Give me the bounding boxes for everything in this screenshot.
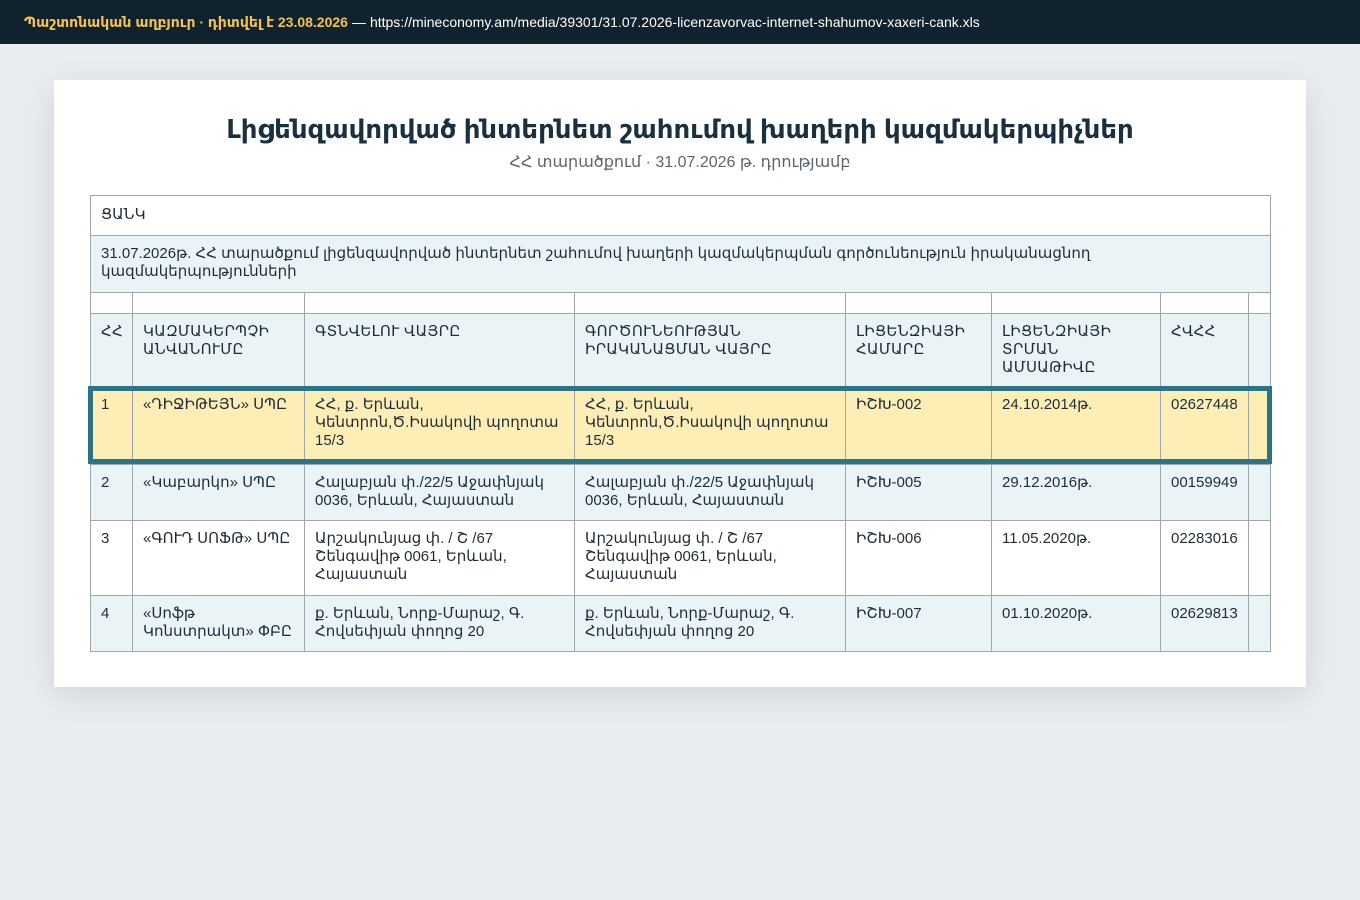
spacer-row (90, 292, 1272, 314)
table-caption: ՑԱՆԿ (89, 195, 1272, 236)
cell-extra (1247, 595, 1272, 652)
table-description-row: 31.07.2026թ. ՀՀ տարածքում լիցենզավորված … (89, 235, 1272, 293)
cell-activity-place: Արշակունյաց փ. / Շ /67 Շենգավիթ 0061, Եր… (574, 520, 846, 596)
document-sheet: Լիցենզավորված ինտերնետ շահումով խաղերի կ… (54, 80, 1306, 687)
cell-address: Հալաբյան փ./22/5 Աջափնյակ 0036, Երևան, Հ… (304, 464, 575, 521)
spacer-cell (1247, 292, 1272, 314)
col-header-name: Կազմակերպչի անվանումը (132, 313, 305, 387)
cell-address: Արշակունյաց փ. / Շ /67 Շենգավիթ 0061, Եր… (304, 520, 575, 596)
table-row-highlighted[interactable]: 1 «ԴԻՋԻԹԵՅՆ» ՍՊԸ ՀՀ, ք. Երևան, Կենտրոն,Ծ… (90, 386, 1272, 465)
cell-number: 3 (90, 520, 133, 596)
spacer-cell (1160, 292, 1249, 314)
page-title: Լիցենզավորված ինտերնետ շահումով խաղերի կ… (226, 114, 1134, 144)
table-row[interactable]: 2 «Կաբարկո» ՍՊԸ Հալաբյան փ./22/5 Աջափնյա… (90, 464, 1272, 521)
col-header-license-number: Լիցենզիայի համարը (845, 313, 992, 387)
cell-license-date: 24.10.2014թ. (991, 386, 1161, 465)
licensees-table: ՑԱՆԿ 31.07.2026թ. ՀՀ տարածքում լիցենզավո… (89, 195, 1272, 652)
cell-name: «Սոֆթ Կոնստրակտ» ՓԲԸ (132, 595, 305, 652)
spacer-cell (845, 292, 992, 314)
cell-license-number: ԻՇԽ-002 (845, 386, 992, 465)
cell-address: ՀՀ, ք. Երևան, Կենտրոն,Ծ.Իսակովի պողոտա 1… (304, 386, 575, 465)
cell-extra (1247, 386, 1272, 465)
col-header-license-date: Լիցենզիայի տրման ամսաթիվը (991, 313, 1161, 387)
cell-name: «ԳՈՒԴ ՍՈՖԹ» ՍՊԸ (132, 520, 305, 596)
table-description: 31.07.2026թ. ՀՀ տարածքում լիցենզավորված … (89, 235, 1272, 293)
col-header-extra (1247, 313, 1272, 387)
cell-address: ք. Երևան, Նորք-Մարաշ, Գ. Հովսեփյան փողոց… (304, 595, 575, 652)
table-caption-row: ՑԱՆԿ (89, 195, 1272, 236)
cell-tin: 02283016 (1160, 520, 1249, 596)
source-bar: Պաշտոնական աղբյուր · դիտվել է 23.08.2026… (0, 0, 1360, 44)
cell-tin: 02627448 (1160, 386, 1249, 465)
spacer-cell (991, 292, 1161, 314)
cell-number: 2 (90, 464, 133, 521)
cell-tin: 00159949 (1160, 464, 1249, 521)
cell-license-date: 01.10.2020թ. (991, 595, 1161, 652)
col-header-number: ՀՀ (90, 313, 133, 387)
cell-activity-place: ք. Երևան, Նորք-Մարաշ, Գ. Հովսեփյան փողոց… (574, 595, 846, 652)
cell-extra (1247, 464, 1272, 521)
table-row[interactable]: 3 «ԳՈՒԴ ՍՈՖԹ» ՍՊԸ Արշակունյաց փ. / Շ /67… (90, 520, 1272, 596)
cell-name: «Կաբարկո» ՍՊԸ (132, 464, 305, 521)
source-label: Պաշտոնական աղբյուր · դիտվել է 23.08.2026 (24, 13, 348, 30)
col-header-tin: ՀՎՀՀ (1160, 313, 1249, 387)
cell-number: 1 (90, 386, 133, 465)
source-separator: — (351, 14, 366, 30)
cell-extra (1247, 520, 1272, 596)
spacer-cell (304, 292, 575, 314)
source-url-link[interactable]: https://mineconomy.am/media/39301/31.07.… (370, 14, 980, 30)
table-row[interactable]: 4 «Սոֆթ Կոնստրակտ» ՓԲԸ ք. Երևան, Նորք-Մա… (90, 595, 1272, 652)
cell-name: «ԴԻՋԻԹԵՅՆ» ՍՊԸ (132, 386, 305, 465)
spacer-cell (132, 292, 305, 314)
cell-activity-place: Հալաբյան փ./22/5 Աջափնյակ 0036, Երևան, Հ… (574, 464, 846, 521)
cell-tin: 02629813 (1160, 595, 1249, 652)
cell-license-date: 29.12.2016թ. (991, 464, 1161, 521)
col-header-address: Գտնվելու վայրը (304, 313, 575, 387)
page-subtitle: ՀՀ տարածքում · 31.07.2026 թ. դրությամբ (509, 154, 851, 171)
cell-number: 4 (90, 595, 133, 652)
cell-activity-place: ՀՀ, ք. Երևան, Կենտրոն,Ծ.Իսակովի պողոտա 1… (574, 386, 846, 465)
col-header-activity-place: Գործունեության իրականացման վայրը (574, 313, 846, 387)
table-header-row: ՀՀ Կազմակերպչի անվանումը Գտնվելու վայրը … (90, 313, 1272, 387)
cell-license-number: ԻՇԽ-006 (845, 520, 992, 596)
cell-license-number: ԻՇԽ-007 (845, 595, 992, 652)
cell-license-date: 11.05.2020թ. (991, 520, 1161, 596)
spacer-cell (90, 292, 133, 314)
cell-license-number: ԻՇԽ-005 (845, 464, 992, 521)
spacer-cell (574, 292, 846, 314)
